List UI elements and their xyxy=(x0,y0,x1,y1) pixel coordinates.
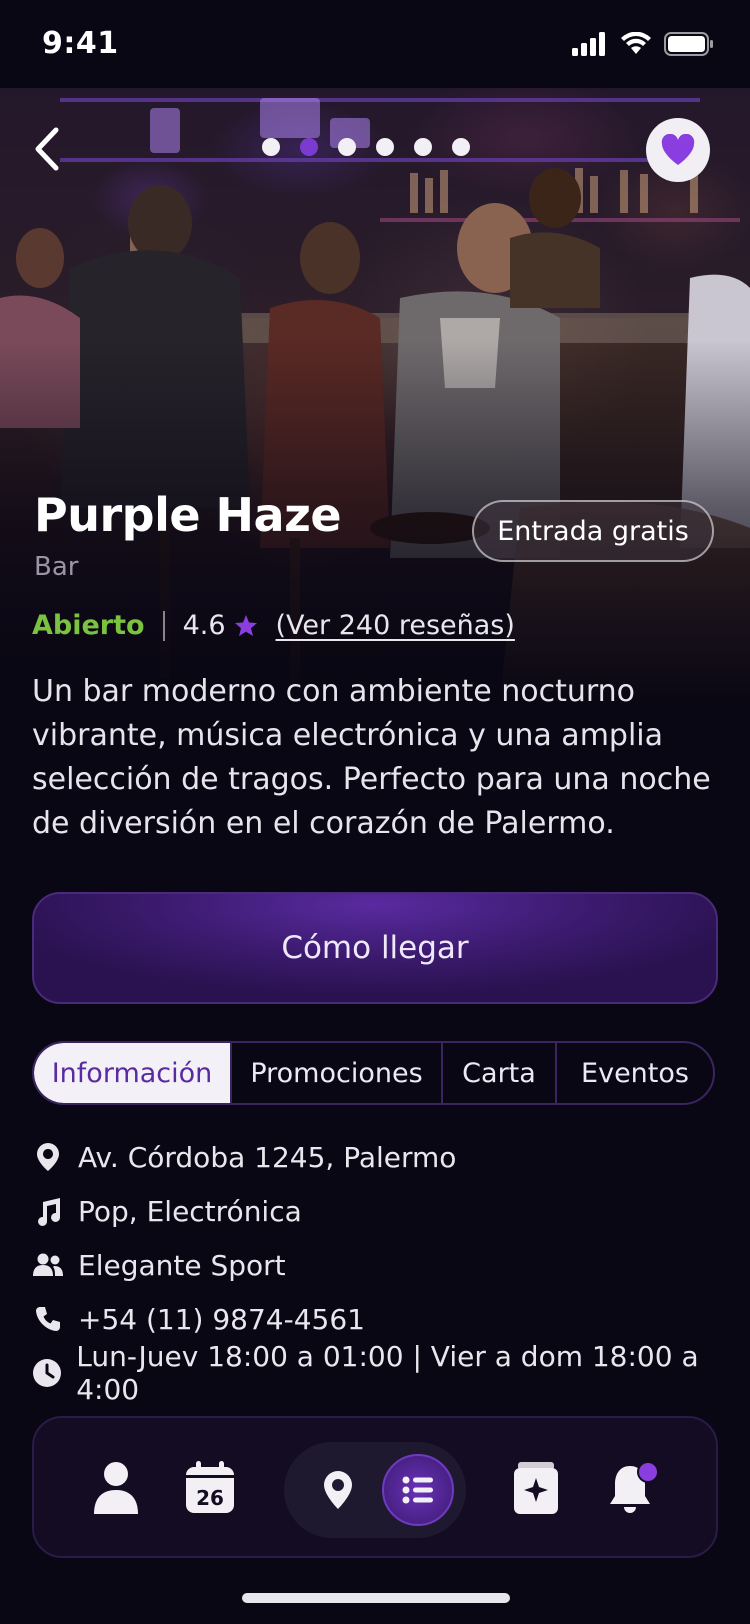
nav-notifications[interactable] xyxy=(602,1448,666,1528)
wifi-icon xyxy=(621,32,651,54)
home-indicator xyxy=(242,1593,510,1603)
tab-informacion[interactable]: Información xyxy=(34,1043,232,1103)
carousel-indicator xyxy=(262,138,470,156)
address-text: Av. Córdoba 1245, Palermo xyxy=(78,1140,457,1174)
wallet-star-icon xyxy=(514,1462,558,1514)
nav-list[interactable] xyxy=(382,1454,454,1526)
directions-button[interactable]: Cómo llegar xyxy=(32,892,718,1004)
reviews-link[interactable]: (Ver 240 reseñas) xyxy=(276,610,515,641)
entry-badge: Entrada gratis xyxy=(472,500,714,562)
carousel-dot[interactable] xyxy=(338,138,356,156)
people-icon xyxy=(32,1249,64,1281)
star-icon xyxy=(234,614,257,636)
music-row: Pop, Electrónica xyxy=(32,1184,732,1238)
phone-icon xyxy=(32,1303,64,1335)
music-note-icon xyxy=(32,1195,64,1227)
hours-row: Lun-Juev 18:00 a 01:00 | Vier a dom 18:0… xyxy=(32,1340,732,1406)
music-text: Pop, Electrónica xyxy=(78,1194,302,1228)
chevron-left-icon xyxy=(35,127,59,171)
dress-code-text: Elegante Sport xyxy=(78,1248,286,1282)
rating-value: 4.6 xyxy=(182,610,226,641)
venue-photo-carousel[interactable] xyxy=(0,88,750,700)
venue-description: Un bar moderno con ambiente nocturno vib… xyxy=(32,674,711,841)
venue-info-list: Av. Córdoba 1245, Palermo Pop, Electróni… xyxy=(32,1130,732,1406)
profile-icon xyxy=(94,1462,138,1514)
battery-icon xyxy=(664,32,713,56)
list-icon xyxy=(402,1476,433,1504)
heart-icon xyxy=(661,134,695,165)
calendar-icon: 26 xyxy=(186,1461,234,1513)
phone-row[interactable]: +54 (11) 9874-4561 xyxy=(32,1292,732,1346)
map-pin-icon xyxy=(324,1471,352,1509)
favorite-button[interactable] xyxy=(646,118,710,182)
nav-view-toggle xyxy=(284,1442,466,1538)
tab-eventos[interactable]: Eventos xyxy=(557,1043,713,1103)
venue-tabs: Información Promociones Carta Eventos xyxy=(32,1041,715,1105)
clock-icon xyxy=(32,1357,62,1389)
open-status: Abierto xyxy=(32,610,145,641)
carousel-dot[interactable] xyxy=(262,138,280,156)
tab-carta[interactable]: Carta xyxy=(443,1043,557,1103)
phone-text: +54 (11) 9874-4561 xyxy=(78,1302,365,1336)
nav-calendar[interactable]: 26 xyxy=(178,1448,242,1528)
bottom-navigation: 26 xyxy=(32,1416,718,1558)
divider xyxy=(162,610,165,641)
bell-icon xyxy=(610,1461,659,1513)
venue-type: Bar xyxy=(34,552,79,582)
venue-name: Purple Haze xyxy=(34,488,342,542)
tab-promociones[interactable]: Promociones xyxy=(232,1043,443,1103)
venue-meta-row: Abierto 4.6 (Ver 240 reseñas) xyxy=(32,610,515,641)
carousel-dot-active[interactable] xyxy=(300,138,318,156)
calendar-day: 26 xyxy=(196,1486,224,1510)
status-icons xyxy=(572,32,714,56)
dress-code-row: Elegante Sport xyxy=(32,1238,732,1292)
carousel-dot[interactable] xyxy=(376,138,394,156)
status-bar: 9:41 xyxy=(0,0,750,88)
carousel-dot[interactable] xyxy=(414,138,432,156)
nav-profile[interactable] xyxy=(84,1448,148,1528)
hours-text: Lun-Juev 18:00 a 01:00 | Vier a dom 18:0… xyxy=(76,1340,699,1406)
map-pin-icon xyxy=(32,1141,64,1173)
nav-map[interactable] xyxy=(302,1454,374,1526)
address-row[interactable]: Av. Córdoba 1245, Palermo xyxy=(32,1130,732,1184)
cellular-signal-icon xyxy=(572,32,605,56)
carousel-dot[interactable] xyxy=(452,138,470,156)
back-button[interactable] xyxy=(28,124,68,174)
status-time: 9:41 xyxy=(42,26,119,61)
nav-wallet[interactable] xyxy=(504,1448,568,1528)
